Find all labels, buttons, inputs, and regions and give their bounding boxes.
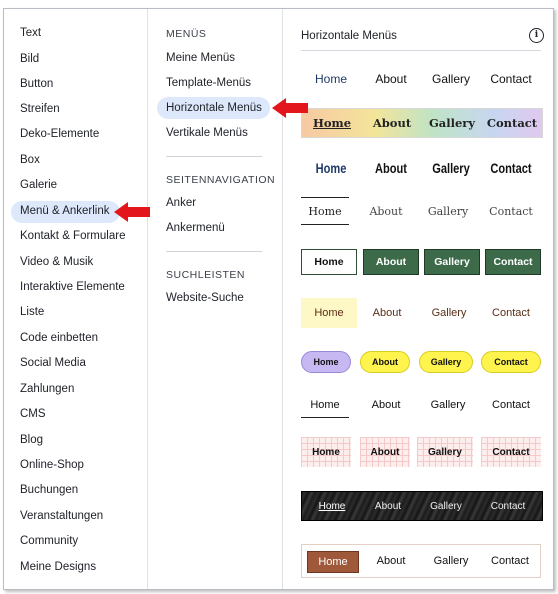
menu-preset-condensed[interactable]: Home About Gallery Contact xyxy=(301,153,541,183)
category-galerie[interactable]: Galerie xyxy=(20,179,57,191)
category-kontakt-formulare[interactable]: Kontakt & Formulare xyxy=(20,230,125,242)
menu-item-about: About xyxy=(360,437,410,467)
category-video-musik[interactable]: Video & Musik xyxy=(20,256,93,268)
menu-preset-dark-texture[interactable]: Home About Gallery Contact xyxy=(301,491,543,521)
category-blog[interactable]: Blog xyxy=(20,434,43,446)
menu-item-gallery: Gallery xyxy=(433,555,469,567)
menu-item-contact: Contact xyxy=(481,351,541,373)
menu-item-about: About xyxy=(374,500,402,512)
menu-presets-panel: Horizontale Menüs i Home About Gallery C… xyxy=(283,9,553,589)
category-veranstaltungen[interactable]: Veranstaltungen xyxy=(20,510,103,522)
menu-preset-soft[interactable]: Home About Gallery Contact xyxy=(301,298,541,328)
menu-preset-green-boxes[interactable]: Home About Gallery Contact xyxy=(301,249,541,275)
menu-item-contact: Contact xyxy=(490,500,526,512)
menu-item-contact: Contact xyxy=(481,437,541,467)
category-meine-designs[interactable]: Meine Designs xyxy=(20,561,96,573)
menu-item-home: Home xyxy=(301,351,351,373)
category-community[interactable]: Community xyxy=(20,535,78,547)
menu-item-home: Home xyxy=(318,500,346,512)
red-arrow-left-icon xyxy=(272,98,308,118)
submenu-horizontale-menus[interactable]: Horizontale Menüs xyxy=(166,102,262,114)
red-arrow-left-icon xyxy=(114,202,150,222)
menu-item-contact: Contact xyxy=(492,399,530,411)
category-text[interactable]: Text xyxy=(20,27,41,39)
menu-item-gallery: Gallery xyxy=(417,437,473,467)
menu-item-gallery: Gallery xyxy=(427,204,469,218)
menu-item-about: About xyxy=(363,249,419,275)
submenu-template-menus[interactable]: Template-Menüs xyxy=(166,77,251,89)
menu-item-about: About xyxy=(375,160,407,176)
category-box[interactable]: Box xyxy=(20,154,40,166)
submenu-vertikale-menus[interactable]: Vertikale Menüs xyxy=(166,127,248,139)
category-cms[interactable]: CMS xyxy=(20,408,46,420)
info-icon[interactable]: i xyxy=(529,28,544,43)
menu-item-gallery: Gallery xyxy=(428,116,476,130)
menu-preset-grid[interactable]: Home About Gallery Contact xyxy=(301,437,541,467)
category-list: Text Bild Button Streifen Deko-Elemente … xyxy=(4,9,147,589)
menu-item-gallery: Gallery xyxy=(430,500,462,512)
menu-item-gallery: Gallery xyxy=(432,160,470,176)
add-elements-panel: Text Bild Button Streifen Deko-Elemente … xyxy=(3,8,554,590)
menu-item-about: About xyxy=(375,72,407,86)
category-deko-elemente[interactable]: Deko-Elemente xyxy=(20,128,99,140)
menu-item-contact: Contact xyxy=(485,249,541,275)
menu-item-gallery: Gallery xyxy=(431,72,470,86)
category-buchungen[interactable]: Buchungen xyxy=(20,484,78,496)
category-menu-ankerlink[interactable]: Menü & Ankerlink xyxy=(20,205,110,217)
submenu-website-suche[interactable]: Website-Suche xyxy=(166,292,244,304)
category-liste[interactable]: Liste xyxy=(20,306,44,318)
category-online-shop[interactable]: Online-Shop xyxy=(20,459,84,471)
menu-item-home: Home xyxy=(301,298,357,328)
category-zahlungen[interactable]: Zahlungen xyxy=(20,383,74,395)
menu-item-about: About xyxy=(371,399,401,411)
category-button[interactable]: Button xyxy=(20,78,53,90)
section-heading-seitennavigation: SEITENNAVIGATION xyxy=(166,174,276,186)
submenu-meine-menus[interactable]: Meine Menüs xyxy=(166,52,235,64)
menu-preset-pills[interactable]: Home About Gallery Contact xyxy=(301,351,541,373)
menu-item-contact: Contact xyxy=(492,307,530,319)
submenu-ankermenu[interactable]: Ankermenü xyxy=(166,222,225,234)
menu-preset-underline[interactable]: Home About Gallery Contact xyxy=(301,392,541,418)
menu-item-home: Home xyxy=(310,399,340,411)
menu-preset-brown[interactable]: Home About Gallery Contact xyxy=(301,544,541,578)
section-heading-suchleisten: SUCHLEISTEN xyxy=(166,269,246,281)
menu-item-contact: Contact xyxy=(486,116,538,130)
menu-item-home: Home xyxy=(307,551,359,573)
panel-title: Horizontale Menüs xyxy=(301,30,397,42)
menu-preset-classic[interactable]: Home About Gallery Contact xyxy=(301,64,541,94)
menu-item-home: Home xyxy=(314,72,347,86)
menu-item-gallery: Gallery xyxy=(419,351,473,373)
category-social-media[interactable]: Social Media xyxy=(20,357,86,369)
menu-item-contact: Contact xyxy=(490,72,532,86)
menu-item-gallery: Gallery xyxy=(430,399,466,411)
menu-item-about: About xyxy=(360,351,410,373)
menu-item-about: About xyxy=(372,307,402,319)
submenu-anker[interactable]: Anker xyxy=(166,197,196,209)
menu-item-gallery: Gallery xyxy=(431,307,467,319)
panel-title-divider xyxy=(301,50,541,51)
menu-item-home: Home xyxy=(301,249,357,275)
category-bild[interactable]: Bild xyxy=(20,53,39,65)
subcategory-list: MENÜS Meine Menüs Template-Menüs Horizon… xyxy=(148,9,282,589)
menu-item-about: About xyxy=(376,555,406,567)
menu-item-home: Home xyxy=(301,437,351,467)
menu-item-contact: Contact xyxy=(491,555,529,567)
menu-item-home: Home xyxy=(308,204,342,218)
section-heading-menus: MENÜS xyxy=(166,28,207,40)
menu-item-gallery: Gallery xyxy=(424,249,480,275)
menu-preset-serif-lined[interactable]: Home About Gallery Contact xyxy=(301,197,541,225)
menu-item-contact: Contact xyxy=(489,204,533,218)
category-interaktive-elemente[interactable]: Interaktive Elemente xyxy=(20,281,125,293)
menu-item-contact: Contact xyxy=(490,160,532,176)
section-divider xyxy=(166,156,262,157)
menu-preset-gradient[interactable]: Home About Gallery Contact xyxy=(301,108,543,138)
active-indicator xyxy=(301,417,349,418)
menu-item-home: Home xyxy=(315,160,347,176)
category-code-einbetten[interactable]: Code einbetten xyxy=(20,332,98,344)
menu-item-home: Home xyxy=(312,116,352,130)
category-streifen[interactable]: Streifen xyxy=(20,103,60,115)
menu-item-about: About xyxy=(372,116,412,130)
menu-item-about: About xyxy=(369,204,403,218)
section-divider xyxy=(166,251,262,252)
